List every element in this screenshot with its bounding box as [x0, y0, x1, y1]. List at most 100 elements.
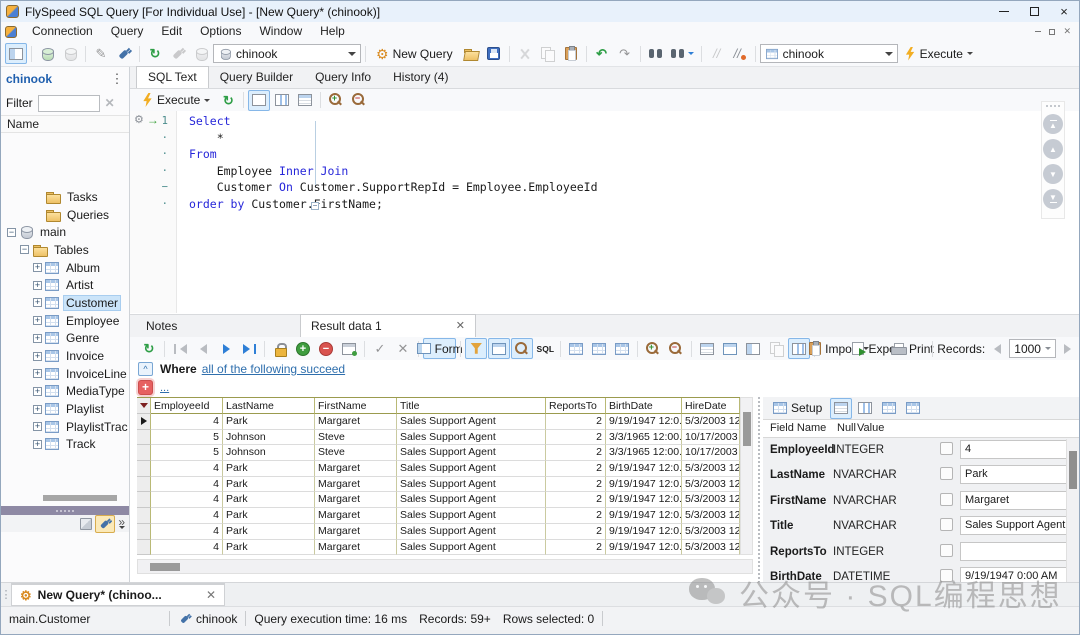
cancel-edit-button[interactable]: ✕ [392, 338, 414, 359]
post-edit-button[interactable]: ✓ [369, 338, 391, 359]
grid-cell[interactable]: Margaret [315, 492, 397, 508]
grid-cell[interactable]: Park [223, 524, 315, 540]
grid-cell[interactable]: 5 [151, 430, 223, 446]
form-vscrollbar[interactable] [1066, 439, 1078, 583]
paste-button[interactable] [560, 43, 582, 64]
grid-cell[interactable]: 5/3/2003 12:00 [682, 524, 740, 540]
tree-item-genre[interactable]: +Genre [1, 330, 128, 348]
grid-cell[interactable]: 2 [546, 477, 606, 493]
grid-row[interactable]: 5JohnsonSteveSales Support Agent23/3/196… [137, 445, 740, 461]
code-line[interactable]: · * [130, 130, 1055, 147]
grid-zoom-in-button[interactable]: + [642, 338, 664, 359]
editor-zoom-in-button[interactable]: + [325, 90, 347, 111]
editor-execute-button[interactable]: Execute [136, 90, 216, 111]
grid-row[interactable]: 4ParkMargaretSales Support Agent29/19/19… [137, 477, 740, 493]
grid-cell[interactable]: Park [223, 508, 315, 524]
last-record-button[interactable] [238, 338, 260, 359]
sidebar-hscrollbar-thumb[interactable] [43, 495, 117, 501]
grid-row-selector[interactable] [137, 492, 151, 508]
menu-help[interactable]: Help [311, 22, 354, 41]
grid-cell[interactable]: 10/17/2003 12: [682, 430, 740, 446]
find-button[interactable] [645, 43, 667, 64]
tree-expander-icon[interactable]: + [33, 387, 42, 396]
filter-input[interactable] [38, 95, 100, 112]
save-query-button[interactable] [483, 43, 505, 64]
tree-item-album[interactable]: +Album [1, 259, 128, 277]
null-checkbox[interactable] [940, 544, 953, 557]
grid-cell[interactable]: 2 [546, 540, 606, 556]
grid-row[interactable]: 4ParkMargaretSales Support Agent29/19/19… [137, 414, 740, 430]
grid-cell[interactable]: Sales Support Agent [397, 492, 546, 508]
fit-rows-button[interactable] [611, 338, 633, 359]
grid-cell[interactable]: 5 [151, 445, 223, 461]
where-condition-link[interactable]: all of the following succeed [202, 362, 345, 376]
grid-cell[interactable]: Margaret [315, 414, 397, 430]
mdi-minimize-icon[interactable] [1035, 31, 1041, 32]
goto-last-button[interactable]: ▼ [1043, 189, 1063, 209]
execute-dropdown-icon[interactable] [967, 52, 973, 55]
menu-window[interactable]: Window [250, 22, 311, 41]
outline-button[interactable] [294, 90, 316, 111]
grid-cell[interactable]: 9/19/1947 12:0... [606, 540, 682, 556]
grid-form-splitter[interactable] [758, 397, 761, 583]
grid-cell[interactable]: 4 [151, 492, 223, 508]
goto-first-button[interactable]: ▲ [1043, 114, 1063, 134]
setup-button[interactable]: Setup [767, 398, 828, 419]
records-prev-button[interactable] [986, 338, 1008, 359]
grid-cell[interactable]: Sales Support Agent [397, 414, 546, 430]
design-grid-button[interactable] [565, 338, 587, 359]
align-fields-toggle[interactable] [830, 398, 852, 419]
view-card-button[interactable] [719, 338, 741, 359]
find-next-button[interactable] [668, 43, 697, 64]
tab-query-info[interactable]: Query Info [304, 67, 382, 88]
grid-cell[interactable]: 2 [546, 508, 606, 524]
connect-button[interactable] [36, 43, 58, 64]
grid-cell[interactable]: 9/19/1947 12:0... [606, 477, 682, 493]
grid-column-header[interactable]: LastName [223, 398, 315, 414]
grid-cell[interactable]: 10/17/2003 12: [682, 445, 740, 461]
view-list-button[interactable] [696, 338, 718, 359]
grid-cell[interactable]: Park [223, 540, 315, 556]
maximize-button[interactable] [1019, 1, 1049, 22]
grid-row-selector[interactable] [137, 477, 151, 493]
column-view-toggle[interactable] [788, 338, 810, 359]
grid-row[interactable]: 4ParkMargaretSales Support Agent29/19/19… [137, 461, 740, 477]
grid-cell[interactable]: 2 [546, 524, 606, 540]
tree-item-mediatype[interactable]: +MediaType [1, 383, 128, 401]
grid-column-header[interactable]: Title [397, 398, 546, 414]
tree-expander-icon[interactable]: + [33, 405, 42, 414]
grid-vscrollbar-thumb[interactable] [743, 412, 751, 446]
grid-row-selector[interactable] [137, 508, 151, 524]
grid-zoom-out-button[interactable]: − [665, 338, 687, 359]
tree-item-main[interactable]: −main [1, 223, 128, 241]
tree-expander-icon[interactable]: + [33, 316, 42, 325]
copy-button[interactable] [537, 43, 559, 64]
tree-expander-icon[interactable]: + [33, 281, 42, 290]
search-panel-toggle[interactable] [511, 338, 533, 359]
open-query-button[interactable] [460, 43, 482, 64]
grid-cell[interactable]: 2 [546, 430, 606, 446]
grid-row-selector[interactable] [137, 445, 151, 461]
grid-cell[interactable]: Johnson [223, 430, 315, 446]
object-tree-toggle-button[interactable] [5, 43, 27, 64]
grid-hscrollbar-thumb[interactable] [150, 563, 180, 571]
grid-column-header[interactable]: HireDate [682, 398, 740, 414]
redo-button[interactable]: ↷ [614, 43, 636, 64]
close-button[interactable]: × [1049, 1, 1079, 22]
grid-cell[interactable]: 9/19/1947 12:0... [606, 492, 682, 508]
field-value-input[interactable]: Margaret [960, 491, 1070, 510]
grid-cell[interactable]: Margaret [315, 524, 397, 540]
comment-button[interactable]: // [706, 43, 728, 64]
tree-expander-icon[interactable]: + [33, 369, 42, 378]
more-panels-button[interactable]: » [118, 519, 125, 529]
close-tab-icon[interactable]: ✕ [206, 588, 216, 602]
field-options-button[interactable] [902, 398, 924, 419]
highlight-settings-button[interactable] [271, 90, 293, 111]
grid-cell[interactable]: 5/3/2003 12:00 [682, 540, 740, 556]
field-value-input[interactable]: 4 [960, 440, 1070, 459]
query-window-tab[interactable]: ⚙ New Query* (chinoo... ✕ [11, 583, 225, 606]
fit-columns-button[interactable] [588, 338, 610, 359]
grid-row-selector[interactable] [137, 414, 151, 430]
tree-expander-icon[interactable]: + [33, 263, 42, 272]
menu-connection[interactable]: Connection [23, 22, 102, 41]
